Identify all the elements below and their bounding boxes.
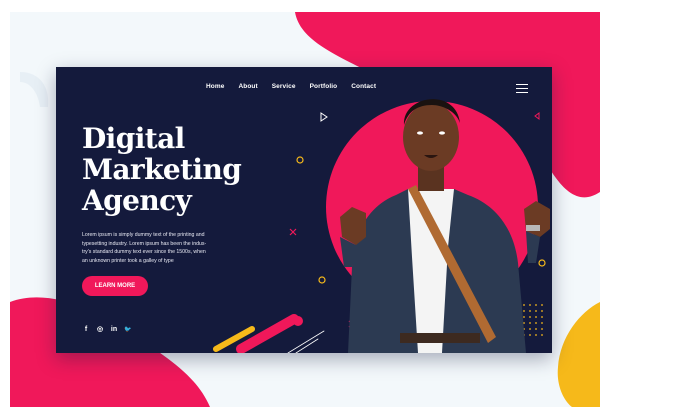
hero-title-line-3: Agency (82, 184, 192, 217)
main-nav: Home About Service Portfolio Contact (206, 83, 390, 90)
hero-description: Lorem ipsum is simply dummy text of the … (82, 231, 230, 265)
menu-icon[interactable] (516, 84, 528, 94)
twitter-icon[interactable]: 🐦 (124, 325, 132, 333)
nav-contact-link[interactable]: Contact (351, 83, 376, 90)
hero-card: Home About Service Portfolio Contact Dig… (56, 67, 552, 353)
nav-about-link[interactable]: About (238, 83, 257, 90)
hero-description-line: an unknown printer took a galley of type (82, 257, 174, 264)
landing-page-mockup: Home About Service Portfolio Contact Dig… (0, 0, 688, 411)
social-links: f ◎ in 🐦 (82, 325, 132, 334)
nav-service-link[interactable]: Service (272, 83, 296, 90)
hero-description-line: typesetting industry. Lorem ipsum has be… (82, 240, 207, 247)
hero-title: Digital Marketing Agency (82, 122, 242, 217)
learn-more-button[interactable]: LEARN MORE (82, 276, 148, 296)
linkedin-icon[interactable]: in (110, 325, 118, 333)
nav-home-link[interactable]: Home (206, 83, 224, 90)
facebook-icon[interactable]: f (82, 325, 90, 333)
hero-description-line: Lorem ipsum is simply dummy text of the … (82, 232, 205, 238)
hero-title-line-2: Marketing (82, 153, 242, 186)
instagram-icon[interactable]: ◎ (96, 325, 104, 333)
hero-title-line-1: Digital (82, 122, 185, 155)
nav-portfolio-link[interactable]: Portfolio (310, 83, 338, 90)
hero-description-line: try's standard dummy text ever since the… (82, 249, 206, 255)
